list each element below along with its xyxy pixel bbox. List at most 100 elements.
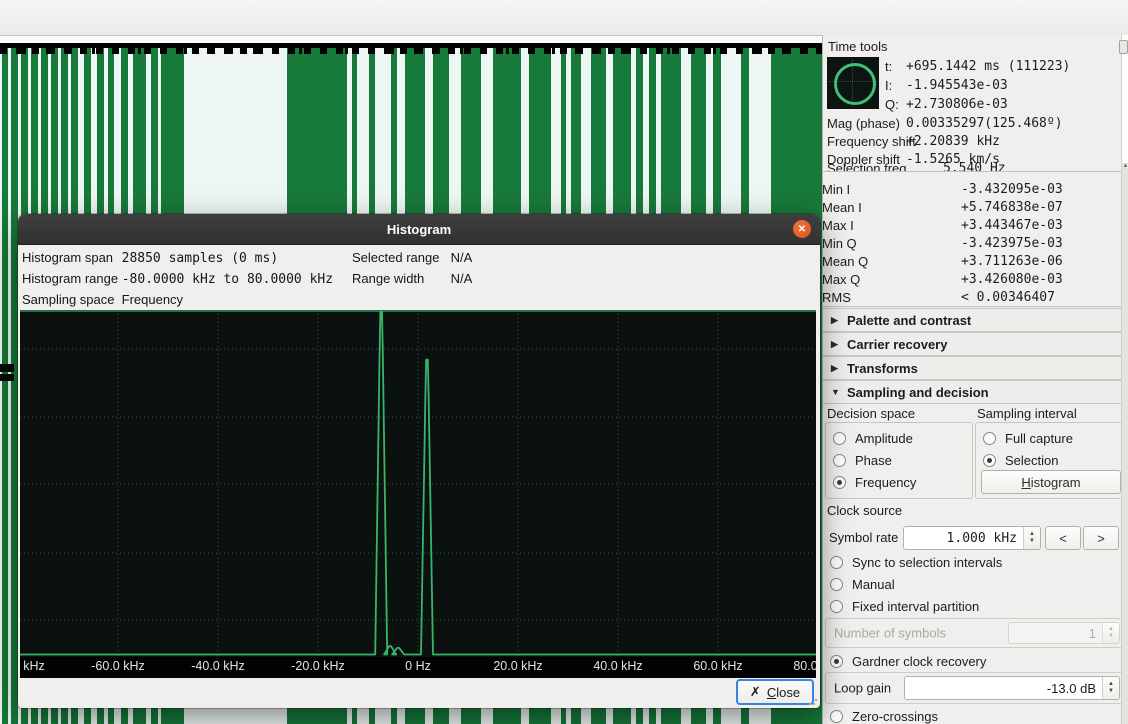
number-of-symbols-label: Number of symbols: [834, 626, 946, 641]
radio-label: Gardner clock recovery: [852, 654, 986, 669]
spectrum-gap: [0, 36, 822, 43]
radio-selection[interactable]: Selection: [983, 452, 1058, 468]
symbol-rate-spinbox[interactable]: 1.000 kHz ▲▼: [903, 526, 1041, 550]
stat-row: RMS: [825, 290, 851, 305]
dialog-titlebar[interactable]: Histogram ✕: [18, 214, 820, 245]
clock-source-label: Clock source: [827, 503, 902, 518]
constellation-icon: [827, 57, 879, 109]
radio-frequency[interactable]: Frequency: [833, 474, 916, 490]
step-up-button[interactable]: >: [1083, 526, 1119, 550]
spinner-arrows[interactable]: ▲▼: [1023, 527, 1040, 549]
stat-row: Mean Q: [825, 254, 868, 269]
radio-manual[interactable]: Manual: [830, 576, 895, 592]
loop-gain-value: -13.0 dB: [905, 681, 1102, 696]
section-label: Palette and contrast: [847, 313, 971, 328]
histogram-chart: [20, 310, 816, 657]
number-of-symbols-frame: Number of symbols 1 ▲▼: [825, 618, 1125, 648]
selected-range-value: N/A: [451, 250, 473, 265]
stat-value: +3.426080e-03: [961, 272, 1063, 287]
axis-tick-label: 80.0 kHz: [793, 659, 816, 673]
mag-phase-label: Mag (phase): [827, 116, 900, 131]
radio-label: Manual: [852, 577, 895, 592]
spinner-down-icon[interactable]: ▼: [1108, 688, 1114, 695]
panel-scrollbar[interactable]: ▲: [1121, 35, 1128, 724]
radio-full-capture[interactable]: Full capture: [983, 430, 1073, 446]
t-label: t:: [885, 59, 892, 74]
histogram-button[interactable]: Histogram: [981, 470, 1121, 494]
radio-icon: [830, 556, 843, 569]
spinner-down-icon[interactable]: ▼: [1029, 538, 1035, 545]
loop-gain-label: Loop gain: [834, 681, 891, 696]
iq-circle: [834, 63, 876, 105]
section-label: Sampling and decision: [847, 385, 989, 400]
radio-icon: [833, 432, 846, 445]
spinner-up-icon[interactable]: ▲: [1029, 531, 1035, 538]
mag-phase-value: 0.00335297(125.468º): [906, 116, 1063, 131]
close-button[interactable]: ✗ Close: [736, 679, 814, 705]
histogram-x-axis: -80.0 kHz-60.0 kHz-40.0 kHz-20.0 kHz0 Hz…: [20, 657, 816, 678]
close-icon: ✕: [798, 224, 806, 235]
spinner-arrows[interactable]: ▲▼: [1102, 677, 1119, 699]
radio-amplitude[interactable]: Amplitude: [833, 430, 913, 446]
radio-icon: [830, 578, 843, 591]
radio-icon: [983, 432, 996, 445]
histogram-plot[interactable]: [20, 310, 816, 657]
range-width-row: Range width N/A: [352, 271, 472, 286]
radio-fixed-interval[interactable]: Fixed interval partition: [830, 598, 979, 614]
radio-gardner[interactable]: Gardner clock recovery: [830, 653, 986, 669]
radio-label: Fixed interval partition: [852, 599, 979, 614]
radio-label: Sync to selection intervals: [852, 555, 1002, 570]
section-label: Carrier recovery: [847, 337, 947, 352]
top-menubar: [0, 0, 1128, 36]
spinner-arrows: ▲▼: [1102, 623, 1119, 643]
stat-label: Mean Q: [822, 254, 868, 269]
decision-space-group: Amplitude Phase Frequency: [825, 422, 973, 499]
stat-value: < 0.00346407: [961, 290, 1055, 305]
frequency-shift-label: Frequency shift: [827, 134, 916, 149]
stat-label: Max Q: [822, 272, 860, 287]
selected-range-row: Selected range N/A: [352, 250, 472, 265]
frequency-shift-value: +2.20839 kHz: [906, 134, 1000, 149]
spinner-up-icon[interactable]: ▲: [1108, 681, 1114, 688]
radio-label: Full capture: [1005, 431, 1073, 446]
step-down-button[interactable]: <: [1045, 526, 1081, 550]
axis-tick-label: -60.0 kHz: [91, 659, 145, 673]
sampling-interval-label: Sampling interval: [977, 406, 1077, 421]
scroll-up-icon[interactable]: ▲: [1122, 163, 1128, 169]
radio-label: Amplitude: [855, 431, 913, 446]
section-sampling-and-decision[interactable]: ▼ Sampling and decision: [823, 380, 1128, 404]
histogram-span-label: Histogram span: [22, 250, 118, 265]
section-transforms[interactable]: ▶ Transforms: [823, 356, 1128, 380]
window-close-button[interactable]: ✕: [793, 220, 811, 238]
resize-grip[interactable]: [808, 696, 818, 706]
stat-row: Max Q: [825, 272, 860, 287]
scrollbar-track[interactable]: [1122, 35, 1128, 163]
frequency-marker[interactable]: [0, 364, 14, 381]
radio-checked-icon: [830, 655, 843, 668]
loop-gain-spinbox[interactable]: -13.0 dB ▲▼: [904, 676, 1120, 700]
axis-tick-label: 60.0 kHz: [693, 659, 742, 673]
stat-label: Max I: [822, 218, 854, 233]
histogram-span-row: Histogram span 28850 samples (0 ms): [22, 250, 278, 266]
loop-gain-frame: Loop gain -13.0 dB ▲▼: [825, 672, 1125, 704]
stat-label: Min I: [822, 182, 850, 197]
section-palette-and-contrast[interactable]: ▶ Palette and contrast: [823, 308, 1128, 332]
histogram-range-value: -80.0000 kHz to 80.0000 kHz: [122, 272, 333, 287]
stat-value: +3.711263e-06: [961, 254, 1063, 269]
sampling-interval-group: Full capture Selection Histogram: [975, 422, 1127, 499]
radio-sync-to-selection[interactable]: Sync to selection intervals: [830, 554, 1002, 570]
radio-phase[interactable]: Phase: [833, 452, 892, 468]
dialog-title: Histogram: [387, 222, 451, 237]
symbol-rate-value: 1.000 kHz: [904, 531, 1023, 546]
radio-label: Zero-crossings: [852, 709, 938, 724]
stat-row: Min Q: [825, 236, 857, 251]
sampling-space-value: Frequency: [122, 292, 183, 307]
radio-zero-crossings[interactable]: Zero-crossings: [830, 708, 938, 724]
stat-value: -3.432095e-03: [961, 182, 1063, 197]
selected-range-label: Selected range: [352, 250, 447, 265]
chevron-right-icon: ▶: [831, 363, 847, 374]
axis-tick-label: -80.0 kHz: [20, 659, 45, 673]
spinner-down-icon: ▼: [1108, 633, 1114, 640]
time-tools-title: Time tools: [828, 39, 887, 54]
section-carrier-recovery[interactable]: ▶ Carrier recovery: [823, 332, 1128, 356]
